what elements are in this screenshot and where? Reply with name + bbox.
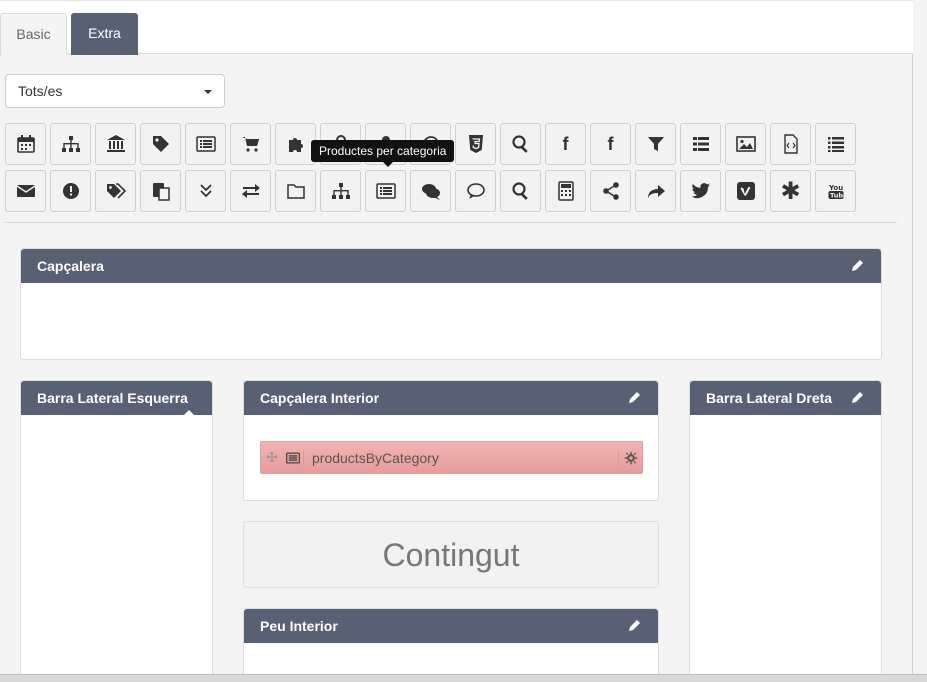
pencil-icon[interactable] bbox=[628, 390, 642, 404]
folder-icon[interactable] bbox=[275, 170, 316, 212]
divider bbox=[5, 222, 897, 223]
sitemap-icon[interactable] bbox=[320, 170, 361, 212]
tooltip: Productes per categoria bbox=[311, 140, 455, 167]
window-bottom-edge bbox=[0, 674, 927, 682]
twitter-icon[interactable] bbox=[680, 170, 721, 212]
panel-title: Capçalera bbox=[37, 258, 104, 274]
panel-title: Barra Lateral Dreta bbox=[706, 390, 833, 406]
panel-right-sidebar: Barra Lateral Dreta bbox=[689, 380, 882, 682]
comment-icon[interactable] bbox=[455, 170, 496, 212]
pencil-icon[interactable] bbox=[628, 618, 642, 632]
content-placeholder: Contingut bbox=[243, 521, 659, 588]
exchange-icon[interactable] bbox=[230, 170, 271, 212]
notch-icon bbox=[184, 410, 194, 415]
image-icon[interactable] bbox=[725, 123, 766, 165]
module-item[interactable]: ✣ productsByCategory bbox=[260, 441, 643, 474]
sitemap-icon[interactable] bbox=[50, 123, 91, 165]
list-alt-icon[interactable] bbox=[365, 170, 406, 212]
panel-title: Capçalera Interior bbox=[260, 390, 380, 406]
panel-inner-header: Capçalera Interior ✣ productsByCategory bbox=[243, 380, 659, 501]
comments-icon[interactable] bbox=[410, 170, 451, 212]
tag-icon[interactable] bbox=[140, 123, 181, 165]
caret-down-icon bbox=[204, 90, 212, 94]
pencil-icon[interactable] bbox=[851, 258, 865, 272]
list-icon[interactable] bbox=[680, 123, 721, 165]
envelope-icon[interactable] bbox=[5, 170, 46, 212]
tab-bar: Basic Extra bbox=[0, 0, 913, 55]
puzzle-icon[interactable] bbox=[275, 123, 316, 165]
gear-icon[interactable] bbox=[618, 450, 642, 465]
double-down-icon[interactable] bbox=[185, 170, 226, 212]
panel-header-bar: Capçalera Interior bbox=[244, 381, 658, 415]
panel-title: Barra Lateral Esquerra bbox=[37, 390, 188, 406]
list-alt-icon bbox=[283, 451, 303, 465]
tab-basic[interactable]: Basic bbox=[0, 13, 67, 55]
panel-header-bar: Peu Interior bbox=[244, 609, 658, 643]
calendar-icon[interactable] bbox=[5, 123, 46, 165]
calculator-icon[interactable] bbox=[545, 170, 586, 212]
list-ul-icon[interactable] bbox=[815, 123, 856, 165]
module-name: productsByCategory bbox=[303, 449, 618, 466]
exclamation-icon[interactable] bbox=[50, 170, 91, 212]
panel-left-sidebar: Barra Lateral Esquerra bbox=[20, 380, 213, 682]
code-file-icon[interactable] bbox=[770, 123, 811, 165]
cart-icon[interactable] bbox=[230, 123, 271, 165]
panel-title: Peu Interior bbox=[260, 618, 338, 634]
category-filter-select[interactable]: Tots/es bbox=[5, 74, 225, 108]
facebook-icon[interactable]: f bbox=[545, 123, 586, 165]
tab-extra[interactable]: Extra bbox=[71, 13, 138, 55]
asterisk-icon[interactable]: ✱ bbox=[770, 170, 811, 212]
tags-icon[interactable] bbox=[95, 170, 136, 212]
panel-header: Capçalera bbox=[20, 248, 882, 360]
html5-icon[interactable] bbox=[455, 123, 496, 165]
pencil-icon[interactable] bbox=[851, 390, 865, 404]
module-icons-row-2: ✱ You Tube bbox=[5, 170, 860, 212]
paste-icon[interactable] bbox=[140, 170, 181, 212]
search-icon[interactable] bbox=[500, 123, 541, 165]
filter-icon[interactable] bbox=[635, 123, 676, 165]
panel-header-bar: Capçalera bbox=[21, 249, 881, 283]
youtube-icon[interactable]: You Tube bbox=[815, 170, 856, 212]
layout-editor: Basic Extra Tots/es f f ✱ You Tube Produ… bbox=[0, 0, 913, 682]
forward-icon[interactable] bbox=[635, 170, 676, 212]
share-icon[interactable] bbox=[590, 170, 631, 212]
category-filter-value: Tots/es bbox=[18, 83, 63, 99]
move-icon[interactable]: ✣ bbox=[261, 449, 283, 466]
list-alt-icon[interactable] bbox=[185, 123, 226, 165]
panel-header-bar: Barra Lateral Esquerra bbox=[21, 381, 212, 415]
vimeo-icon[interactable] bbox=[725, 170, 766, 212]
facebook-icon[interactable]: f bbox=[590, 123, 631, 165]
svg-text:Tube: Tube bbox=[830, 192, 846, 200]
panel-inner-footer: Peu Interior bbox=[243, 608, 659, 682]
bank-icon[interactable] bbox=[95, 123, 136, 165]
search-icon[interactable] bbox=[500, 170, 541, 212]
panel-header-bar: Barra Lateral Dreta bbox=[690, 381, 881, 415]
